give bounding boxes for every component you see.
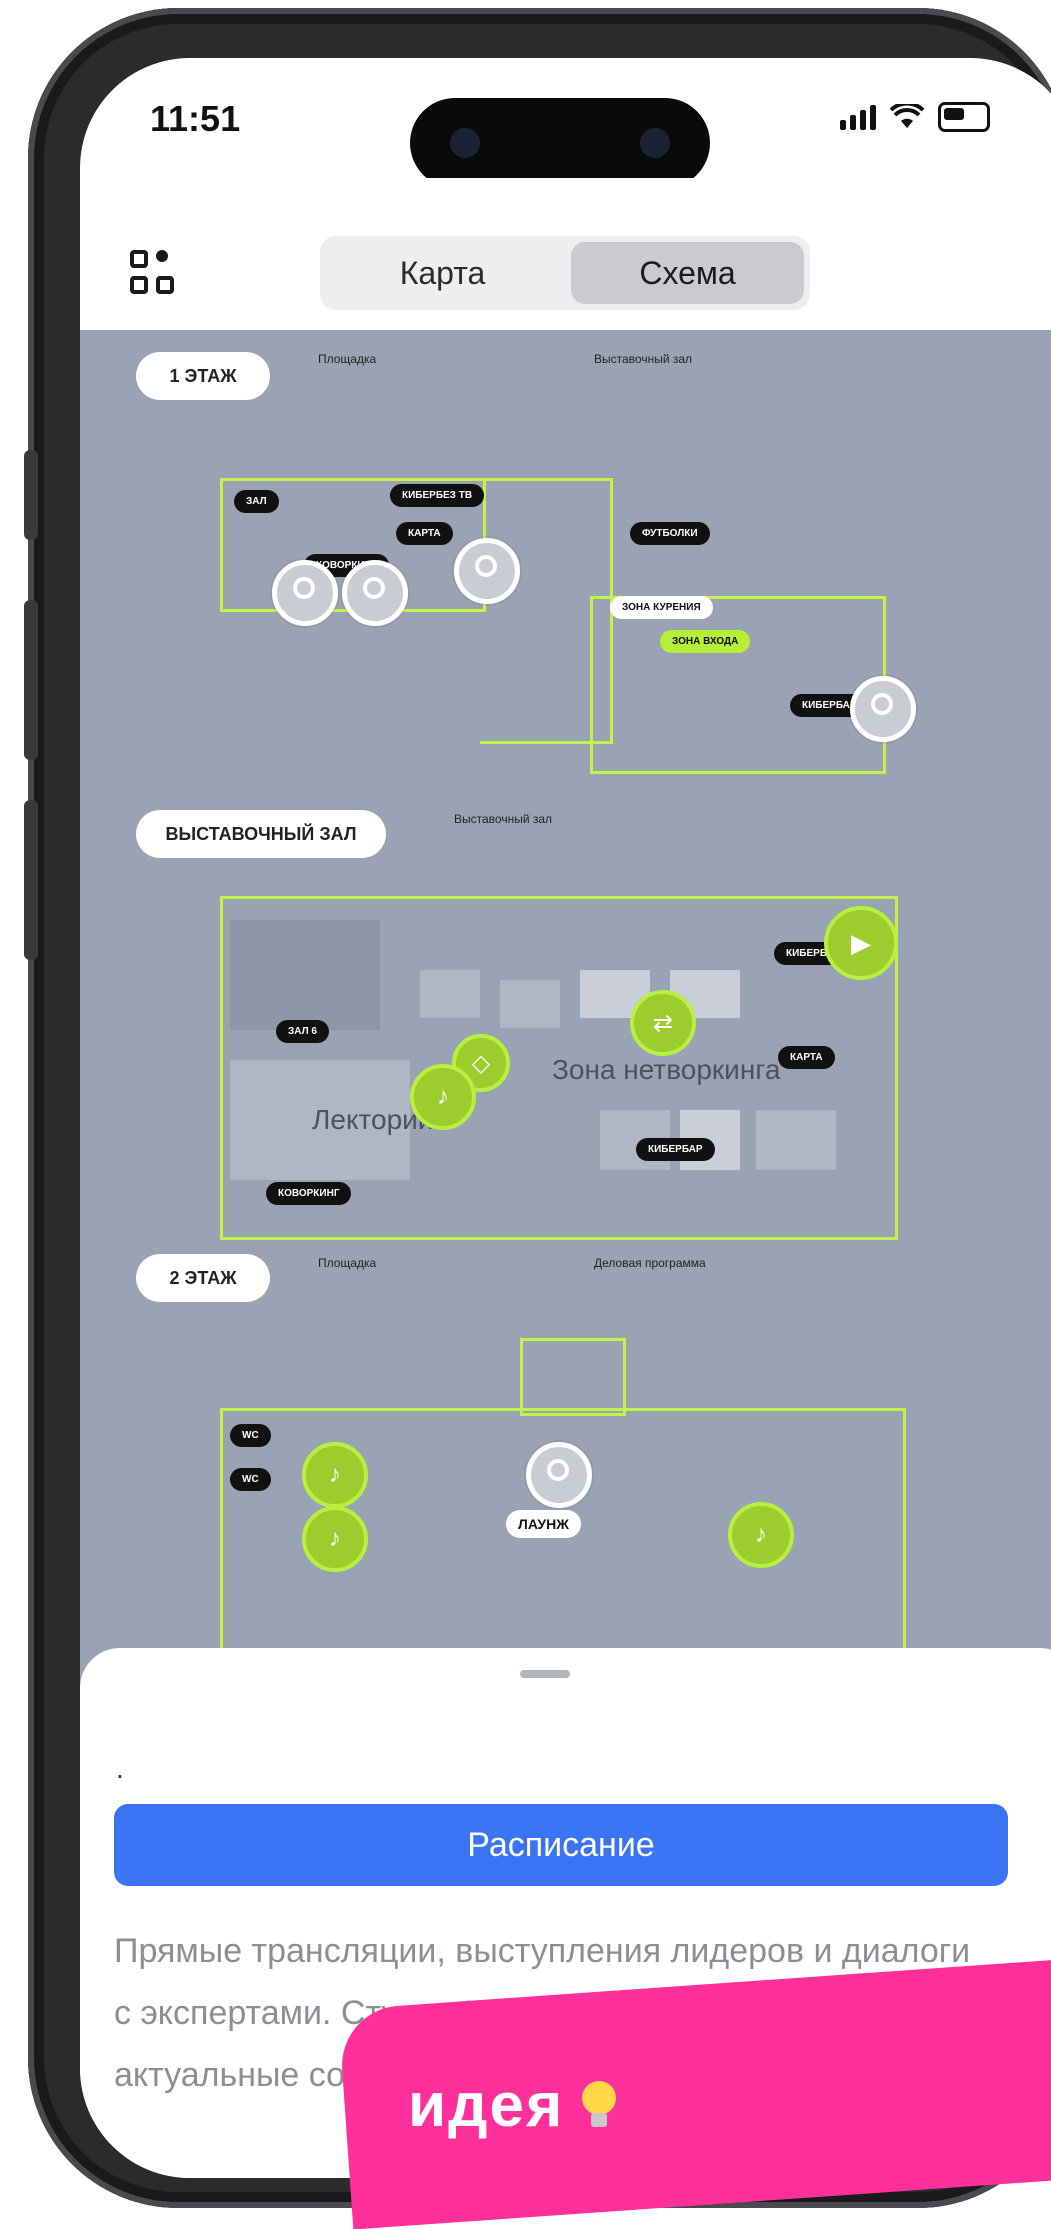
schedule-button[interactable]: Расписание [114,1804,1008,1886]
legend-title-area: Площадка [318,352,377,366]
qr-scan-icon[interactable] [130,250,180,300]
stand [756,1110,836,1170]
idea-badge: идея [408,2070,617,2141]
legend-title-business: Деловая программа [594,1256,706,1270]
location-pin-icon[interactable] [526,1442,592,1508]
floor-label-hall: ВЫСТАВОЧНЫЙ ЗАЛ [136,810,386,858]
handshake-icon[interactable]: ⇄ [630,990,696,1056]
view-segmented-control: Карта Схема [320,236,810,310]
floor1-room-right [590,596,886,774]
lectory-seating [230,920,380,1030]
tag-zona-vhoda[interactable]: ЗОНА ВХОДА [660,630,751,653]
wifi-icon [890,104,924,128]
tag-karta-hall[interactable]: КАРТА [778,1046,835,1069]
zone-networking-label: Зона нетворкинга [552,1054,781,1085]
tag-zal-6[interactable]: ЗАЛ 6 [276,1020,329,1043]
volume-up-button [24,600,38,760]
microphone-icon[interactable]: ♪ [302,1442,368,1508]
status-time: 11:51 [150,98,241,139]
sheet-dot: . [116,1753,124,1784]
tag-wc[interactable]: WC [230,1424,271,1447]
tag-futbolki[interactable]: ФУТБОЛКИ [630,522,710,545]
battery-icon [938,102,990,132]
camera-icon [450,128,480,158]
status-bar: 11:51 [80,58,1051,188]
tag-zona-kurenia[interactable]: ЗОНА КУРЕНИЯ [610,596,713,619]
legend-title-area-2: Площадка [318,1256,377,1270]
side-button [24,450,38,540]
location-pin-icon[interactable] [272,560,338,626]
tag-kiberbar-hall[interactable]: КИБЕРБАР [636,1138,715,1161]
tag-kovorking-hall[interactable]: КОВОРКИНГ [266,1182,352,1205]
tag-launzh[interactable]: ЛАУНЖ [506,1510,581,1538]
microphone-icon[interactable]: ♪ [728,1502,794,1568]
microphone-icon[interactable]: ♪ [410,1064,476,1130]
floor2-room-top [520,1338,626,1416]
location-pin-icon[interactable] [850,676,916,742]
legend-title-hall: Выставочный зал [594,352,693,366]
status-icons [840,102,990,132]
tag-karta[interactable]: КАРТА [396,522,453,545]
tab-scheme[interactable]: Схема [571,242,804,304]
microphone-icon[interactable]: ♪ [302,1506,368,1572]
floor-label-2: 2 ЭТАЖ [136,1254,270,1302]
tag-kiberbez-tv[interactable]: КИБЕРБЕЗ ТВ [390,484,485,507]
tag-zal[interactable]: ЗАЛ [234,490,279,513]
location-pin-icon[interactable] [454,538,520,604]
legend-title-hall-2: Выставочный зал [454,812,553,826]
venue-scheme-map[interactable]: 1 ЭТАЖ Площадка Выставочный зал ЗАЛ КИБЕ… [80,330,1051,1754]
tab-map[interactable]: Карта [326,242,559,304]
idea-label: идея [408,2071,565,2140]
video-camera-icon[interactable]: ▶ [824,906,898,980]
tag-wc[interactable]: WC [230,1468,271,1491]
stand [500,980,560,1028]
stand [420,970,480,1018]
drag-handle[interactable] [520,1670,570,1678]
floor-label-1: 1 ЭТАЖ [136,352,270,400]
lightbulb-icon [582,2080,617,2131]
screen: 11:51 Карта Схема 1 ЭТАЖ Площадка Выстав… [80,58,1051,2178]
location-pin-icon[interactable] [342,560,408,626]
volume-down-button [24,800,38,960]
dynamic-island [410,98,710,188]
signal-icon [840,104,876,130]
sensor-icon [640,128,670,158]
